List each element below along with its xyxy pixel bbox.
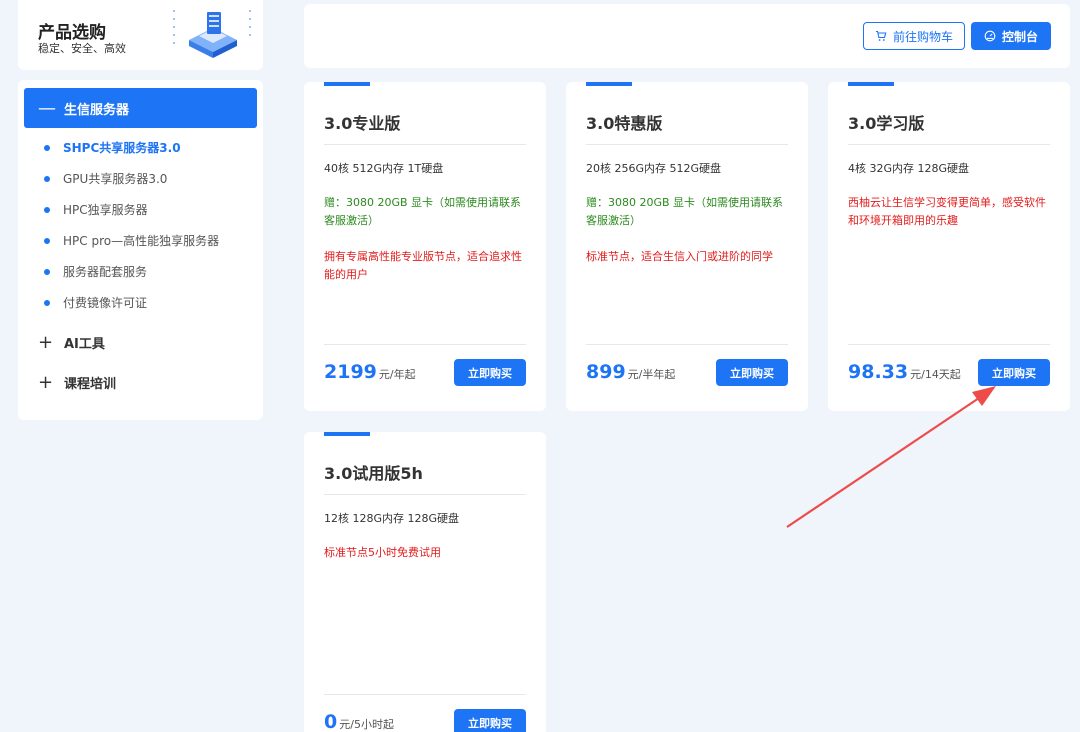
card-gift: 赠：3080 20GB 显卡（如需使用请联系客服激活）: [586, 196, 784, 227]
card-gift: 赠：3080 20GB 显卡（如需使用请联系客服激活）: [324, 196, 522, 227]
bullet-icon: [44, 206, 50, 213]
bullet-icon: [44, 237, 50, 244]
sidebar-item-label: HPC独享服务器: [63, 203, 148, 217]
price-unit: 元/5小时起: [339, 718, 394, 731]
menu-group-label: 生信服务器: [64, 102, 130, 118]
menu-group-courses[interactable]: + 课程培训: [18, 362, 263, 402]
expand-icon: +: [38, 371, 54, 393]
price-unit: 元/年起: [378, 368, 416, 381]
menu-group-bio-servers[interactable]: — 生信服务器: [24, 88, 257, 128]
card-accent-bar: [324, 82, 370, 86]
card-description: 拥有专属高性能专业版节点，适合追求性能的用户: [324, 250, 522, 281]
expand-icon: +: [38, 331, 54, 353]
card-title: 3.0试用版5h: [324, 464, 423, 483]
sidebar-item-hpc-pro[interactable]: HPC pro—高性能独享服务器: [18, 225, 263, 256]
card-spec: 20核 256G内存 512G硬盘: [586, 162, 722, 175]
price-value: 2199: [324, 361, 377, 383]
top-toolbar: 前往购物车 控制台: [304, 4, 1070, 68]
product-card-special: 3.0特惠版 20核 256G内存 512G硬盘 赠：3080 20GB 显卡（…: [566, 82, 808, 411]
sidebar-item-services[interactable]: 服务器配套服务: [18, 256, 263, 287]
bullet-icon: [44, 268, 50, 275]
server-illustration-icon: [173, 10, 251, 58]
sidebar-item-label: GPU共享服务器3.0: [63, 172, 168, 186]
cart-icon: [875, 30, 887, 41]
product-card-study: 3.0学习版 4核 32G内存 128G硬盘 西柚云让生信学习变得更简单，感受软…: [828, 82, 1070, 411]
divider: [848, 144, 1050, 145]
card-accent-bar: [586, 82, 632, 86]
buy-now-button[interactable]: 立即购买: [454, 359, 526, 386]
divider: [324, 344, 526, 345]
divider: [586, 144, 788, 145]
sidebar-item-label: 服务器配套服务: [63, 265, 148, 279]
buy-now-button[interactable]: 立即购买: [716, 359, 788, 386]
card-title: 3.0特惠版: [586, 114, 663, 133]
sidebar-item-hpc[interactable]: HPC独享服务器: [18, 194, 263, 225]
console-button[interactable]: 控制台: [971, 22, 1051, 50]
go-to-cart-button[interactable]: 前往购物车: [863, 22, 965, 50]
divider: [324, 694, 526, 695]
sidebar-item-label: SHPC共享服务器3.0: [63, 141, 181, 155]
collapse-icon: —: [38, 97, 56, 119]
card-description: 标准节点5小时免费试用: [324, 546, 441, 559]
card-spec: 40核 512G内存 1T硬盘: [324, 162, 444, 175]
card-spec: 12核 128G内存 128G硬盘: [324, 512, 460, 525]
divider: [324, 494, 526, 495]
card-spec: 4核 32G内存 128G硬盘: [848, 162, 970, 175]
sidebar-menu: — 生信服务器 SHPC共享服务器3.0 GPU共享服务器3.0 HPC独享服务…: [18, 80, 263, 420]
price-value: 899: [586, 361, 626, 383]
submenu-list: SHPC共享服务器3.0 GPU共享服务器3.0 HPC独享服务器 HPC pr…: [18, 132, 263, 318]
bullet-icon: [44, 144, 50, 151]
sidebar-item-label: 付费镜像许可证: [63, 296, 148, 310]
bullet-icon: [44, 175, 50, 182]
sidebar-item-shpc[interactable]: SHPC共享服务器3.0: [18, 132, 263, 163]
price-value: 98.33: [848, 361, 909, 383]
card-price: 2199 元/年起: [324, 361, 416, 383]
card-price: 0 元/5小时起: [324, 711, 394, 732]
price-unit: 元/半年起: [627, 368, 676, 381]
price-value: 0: [324, 711, 338, 732]
divider: [848, 344, 1050, 345]
sidebar-header: 产品选购 稳定、安全、高效: [18, 0, 263, 70]
divider: [324, 144, 526, 145]
menu-group-label: 课程培训: [64, 376, 117, 392]
menu-group-label: AI工具: [64, 336, 105, 352]
card-title: 3.0学习版: [848, 114, 925, 133]
card-description: 标准节点，适合生信入门或进阶的同学: [586, 250, 773, 263]
card-accent-bar: [848, 82, 894, 86]
card-price: 899 元/半年起: [586, 361, 675, 383]
console-label: 控制台: [1001, 29, 1038, 44]
buy-now-button[interactable]: 立即购买: [978, 359, 1050, 386]
divider: [586, 344, 788, 345]
menu-group-ai-tools[interactable]: + AI工具: [18, 322, 263, 362]
bullet-icon: [44, 299, 50, 306]
card-accent-bar: [324, 432, 370, 436]
product-card-pro: 3.0专业版 40核 512G内存 1T硬盘 赠：3080 20GB 显卡（如需…: [304, 82, 546, 411]
cart-label: 前往购物车: [892, 29, 953, 44]
product-card-trial: 3.0试用版5h 12核 128G内存 128G硬盘 标准节点5小时免费试用 0…: [304, 432, 546, 732]
sidebar-subtitle: 稳定、安全、高效: [38, 42, 126, 55]
card-description: 西柚云让生信学习变得更简单，感受软件和环境开箱即用的乐趣: [848, 196, 1046, 227]
sidebar-item-label: HPC pro—高性能独享服务器: [63, 234, 220, 248]
price-unit: 元/14天起: [910, 368, 961, 381]
buy-now-button[interactable]: 立即购买: [454, 709, 526, 732]
card-title: 3.0专业版: [324, 114, 401, 133]
sidebar-item-gpu[interactable]: GPU共享服务器3.0: [18, 163, 263, 194]
card-price: 98.33 元/14天起: [848, 361, 961, 383]
sidebar-item-license[interactable]: 付费镜像许可证: [18, 287, 263, 318]
dashboard-icon: [984, 30, 996, 42]
